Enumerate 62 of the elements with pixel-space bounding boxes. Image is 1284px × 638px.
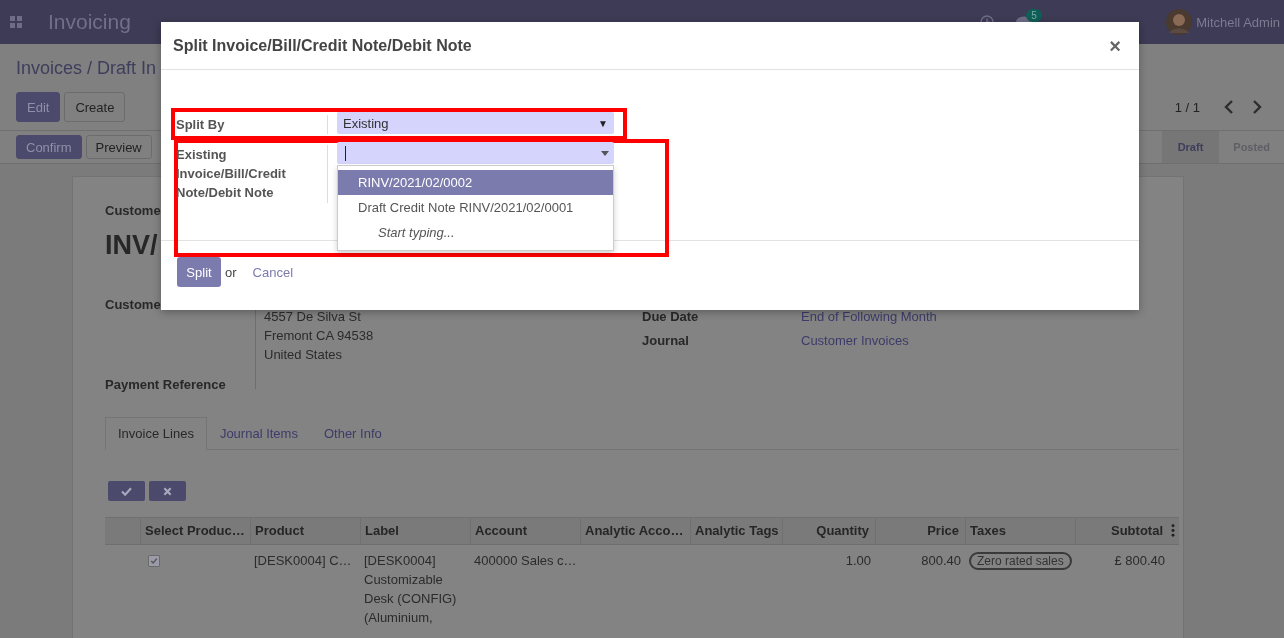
split-by-select[interactable]: Existing ▼ — [337, 112, 614, 134]
table-cell-text: 800.40 — [920, 552, 962, 570]
field-value-link[interactable]: End of Following Month — [801, 309, 937, 333]
table-cell-text: £ 800.40 — [1113, 552, 1166, 570]
address-line: 4557 De Silva St — [264, 308, 362, 326]
input-field[interactable] — [337, 142, 614, 164]
confirm-button[interactable] — [108, 481, 145, 501]
or-text: or — [225, 264, 237, 280]
breadcrumb: Invoices / Draft In — [16, 58, 158, 80]
field-label: Payment Reference — [105, 377, 226, 392]
dropdown-option[interactable]: Draft Credit Note RINV/2021/02/0001 — [338, 195, 613, 220]
apps-grid-icon[interactable] — [10, 16, 22, 28]
column-header[interactable]: Label — [360, 518, 470, 544]
status-step[interactable]: Draft — [1161, 131, 1220, 163]
row-checkbox[interactable] — [148, 555, 160, 567]
table-cell-text: [DESK0004] Customizable Desk (CONFIG) (Aluminium, — [363, 552, 458, 627]
toolbar-button[interactable]: Create — [64, 92, 126, 122]
column-header[interactable]: Taxes — [965, 518, 1075, 544]
next-icon[interactable] — [1252, 100, 1262, 114]
invoice-number: INV/ — [105, 230, 158, 261]
discard-button[interactable] — [149, 481, 186, 501]
column-header[interactable]: Account — [470, 518, 580, 544]
table-cell-text: [DESK0004] C… — [253, 552, 353, 570]
field-value-link[interactable]: Customer Invoices — [801, 333, 909, 357]
tab[interactable]: Invoice Lines — [105, 417, 207, 450]
field-label: Custome — [105, 203, 161, 218]
toolbar-button[interactable]: Edit — [16, 92, 61, 122]
dialog-title: Split Invoice/Bill/Credit Note/Debit Note — [173, 36, 473, 55]
tab[interactable]: Other Info — [310, 417, 395, 449]
address-line: Fremont CA 94538 — [264, 327, 375, 345]
column-header[interactable]: Subtotal — [1075, 518, 1169, 544]
field-label: Split By — [176, 115, 328, 134]
table-cell-text: 1.00 — [844, 552, 872, 570]
caret-icon — [601, 150, 609, 156]
table-cell-text: 400000 Sales c… — [473, 552, 578, 570]
field-label: Custome — [105, 297, 161, 314]
split-button[interactable]: Split — [177, 257, 221, 287]
column-header[interactable]: Select Produc… — [140, 518, 250, 544]
kebab-menu-icon[interactable] — [1171, 524, 1175, 537]
check-icon — [121, 486, 132, 496]
action-button[interactable]: Confirm — [16, 135, 82, 159]
address-line: United States — [264, 346, 344, 364]
column-header[interactable]: Product — [250, 518, 360, 544]
column-header[interactable]: Quantity — [782, 518, 875, 544]
tax-tag: Zero rated sales — [969, 552, 1072, 570]
column-header[interactable]: Price — [875, 518, 965, 544]
avatar-icon[interactable] — [1166, 9, 1193, 35]
action-button[interactable]: Preview — [85, 135, 152, 159]
tab[interactable]: Journal Items — [206, 417, 311, 449]
field-label: Journal — [642, 333, 690, 350]
message-count: 5 — [1026, 9, 1042, 22]
cancel-link[interactable]: Cancel — [252, 264, 294, 280]
column-header[interactable]: Analytic Tags — [690, 518, 782, 544]
column-header[interactable]: Analytic Acco… — [580, 518, 690, 544]
close-icon — [163, 486, 172, 496]
field-label: Due Date — [642, 309, 700, 326]
close-button[interactable]: × — [1103, 35, 1127, 56]
dropdown-option[interactable]: RINV/2021/02/0002 — [338, 170, 613, 195]
pager-value: 1 / 1 — [1174, 99, 1200, 115]
previous-icon[interactable] — [1224, 100, 1234, 114]
dropdown-hint: Start typing... — [377, 224, 456, 242]
user-name[interactable]: Mitchell Admin — [1196, 14, 1280, 30]
